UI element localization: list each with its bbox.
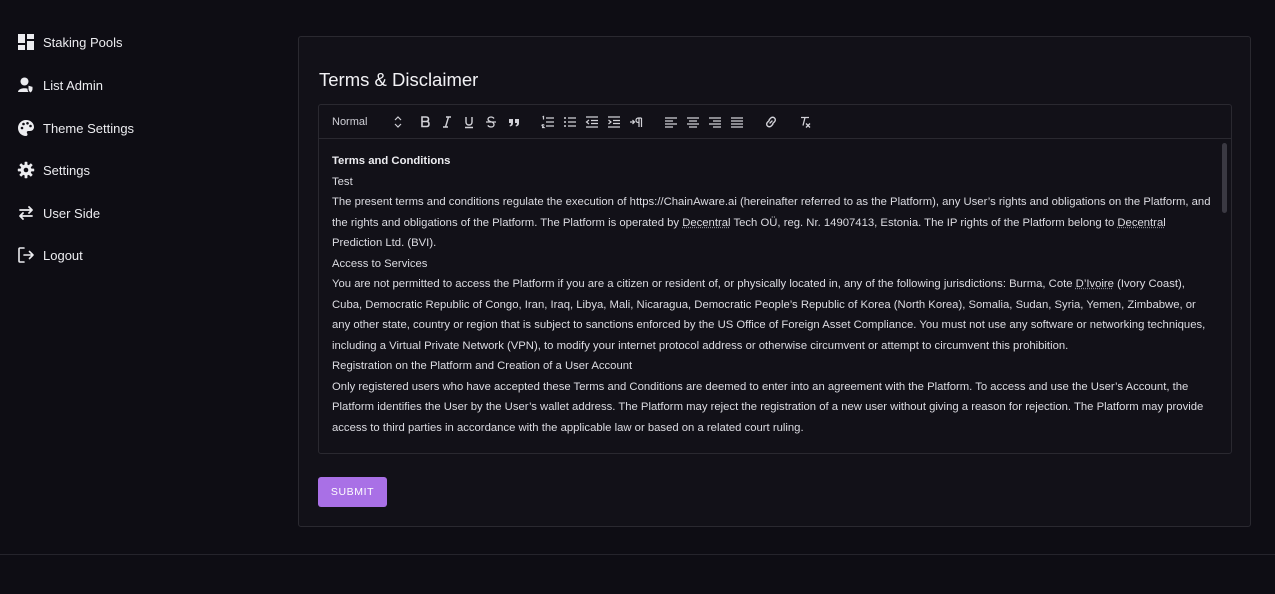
gear-icon [17, 161, 35, 179]
sidebar-item-label: Staking Pools [43, 34, 123, 50]
clear-format-icon [801, 116, 811, 128]
blockquote-icon [509, 119, 519, 127]
dashboard-icon [17, 33, 35, 51]
content-paragraph: The present terms and conditions regulat… [332, 196, 1211, 249]
italic-button[interactable] [439, 114, 455, 130]
indent-decrease-button[interactable] [584, 114, 600, 130]
editor-content[interactable]: Terms and Conditions Test The present te… [319, 140, 1231, 453]
align-left-button[interactable] [663, 114, 679, 130]
indent-increase-button[interactable] [606, 114, 622, 130]
align-left-icon [665, 117, 677, 128]
bullet-list-button[interactable] [562, 114, 578, 130]
strike-button[interactable] [483, 114, 499, 130]
content-paragraph: Access to Services [332, 257, 428, 270]
footer-divider [0, 554, 1275, 555]
blockquote-button[interactable] [506, 114, 522, 130]
align-center-button[interactable] [685, 114, 701, 130]
align-right-button[interactable] [707, 114, 723, 130]
italic-icon [443, 116, 451, 128]
content-paragraph: Only registered users who have accepted … [332, 380, 1204, 434]
scrollbar-thumb[interactable] [1222, 143, 1227, 213]
sidebar: Staking Pools List Admin Theme Settings … [0, 0, 280, 555]
sidebar-item-label: Settings [43, 162, 90, 178]
user-shield-icon [17, 76, 35, 94]
sidebar-item-list-admin[interactable]: List Admin [17, 73, 103, 97]
bold-button[interactable] [417, 114, 433, 130]
select-arrows-icon [394, 116, 402, 128]
sidebar-item-label: User Side [43, 205, 101, 221]
sidebar-item-logout[interactable]: Logout [17, 243, 83, 267]
content-paragraph: Test [332, 175, 353, 188]
link-button[interactable] [763, 114, 779, 130]
terms-card: Terms & Disclaimer Normal Terms and Cond… [298, 36, 1251, 527]
sidebar-item-theme-settings[interactable]: Theme Settings [17, 116, 134, 140]
bullet-list-icon [564, 117, 576, 127]
format-select-value: Normal [332, 116, 368, 128]
underline-button[interactable] [461, 114, 477, 130]
bold-icon [421, 116, 430, 128]
link-icon [765, 116, 777, 128]
sidebar-item-settings[interactable]: Settings [17, 158, 90, 182]
clear-format-button[interactable] [797, 114, 813, 130]
text-direction-button[interactable] [628, 114, 644, 130]
ordered-list-button[interactable] [540, 114, 556, 130]
underline-icon [465, 117, 473, 129]
sidebar-item-user-side[interactable]: User Side [17, 201, 100, 225]
card-title: Terms & Disclaimer [319, 69, 479, 90]
indent-decrease-icon [585, 116, 598, 128]
rich-text-editor: Normal Terms and Conditions Test The pre… [318, 104, 1232, 454]
strike-icon [486, 116, 496, 128]
indent-increase-icon [608, 116, 620, 128]
ordered-list-icon [541, 115, 554, 129]
palette-icon [17, 119, 35, 137]
swap-arrows-icon [17, 204, 35, 222]
submit-button[interactable]: SUBMIT [318, 477, 387, 507]
align-right-icon [709, 117, 721, 128]
align-center-icon [687, 117, 699, 128]
format-select[interactable]: Normal [332, 114, 402, 130]
logout-icon [17, 246, 35, 264]
content-paragraph: You are not permitted to access the Plat… [332, 278, 1206, 352]
sidebar-item-label: List Admin [43, 77, 103, 93]
align-justify-icon [731, 117, 743, 128]
sidebar-item-label: Theme Settings [43, 120, 135, 136]
editor-toolbar: Normal [319, 105, 1231, 139]
editor-scrollbar[interactable] [1222, 141, 1228, 453]
text-direction-icon [630, 117, 643, 127]
align-justify-button[interactable] [729, 114, 745, 130]
content-heading: Terms and Conditions [332, 155, 451, 167]
content-paragraph: Registration on the Platform and Creatio… [332, 360, 633, 372]
sidebar-item-label: Logout [43, 247, 83, 263]
sidebar-item-staking-pools[interactable]: Staking Pools [17, 30, 123, 54]
